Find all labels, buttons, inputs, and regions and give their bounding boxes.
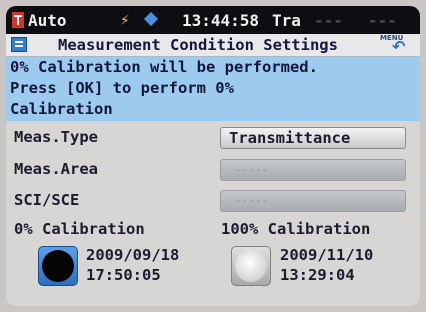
- settings-document-icon: [11, 37, 27, 52]
- zero-calibration-icon[interactable]: [38, 246, 78, 286]
- instruction-message: 0% Calibration will be performed. Press …: [6, 57, 420, 121]
- message-line: Calibration: [10, 100, 113, 118]
- status-placeholder-1: ---: [314, 11, 343, 30]
- hundred-calibration-icon[interactable]: [231, 246, 271, 286]
- status-placeholder-2: ---: [368, 11, 397, 30]
- instrument-logo-icon: [12, 12, 24, 28]
- zero-calibration-heading: 0% Calibration: [14, 220, 145, 238]
- meas-type-select[interactable]: Transmittance: [220, 127, 406, 149]
- meas-area-label: Meas.Area: [14, 160, 98, 178]
- device-screen: Auto ⚡ 13:44:58 Tra --- --- Measurement …: [6, 6, 420, 306]
- message-line: Press [OK] to perform 0%: [10, 79, 234, 97]
- message-line: 0% Calibration will be performed.: [10, 58, 318, 76]
- hundred-calibration-time: 13:29:04: [280, 266, 355, 284]
- back-arrow-icon[interactable]: ↶: [392, 39, 414, 55]
- meas-type-label: Meas.Type: [14, 128, 98, 146]
- measurement-mode: Auto: [28, 11, 67, 30]
- title-bar: Measurement Condition Settings MENU ↶: [6, 34, 420, 57]
- connection-icon: [143, 11, 159, 27]
- zero-calibration-time: 17:50:05: [86, 266, 161, 284]
- sci-sce-label: SCI/SCE: [14, 191, 80, 209]
- meas-area-select: -----: [220, 159, 406, 181]
- status-bar: Auto ⚡ 13:44:58 Tra --- ---: [6, 6, 420, 34]
- page-title: Measurement Condition Settings: [58, 36, 338, 54]
- bolt-icon: ⚡: [120, 10, 130, 29]
- sci-sce-select: -----: [220, 190, 406, 212]
- black-disc-icon: [42, 250, 74, 282]
- hundred-calibration-date: 2009/11/10: [280, 246, 374, 264]
- white-disc-icon: [235, 250, 267, 282]
- hundred-calibration-heading: 100% Calibration: [221, 220, 371, 238]
- zero-calibration-date: 2009/09/18: [86, 246, 180, 264]
- status-type: Tra: [272, 11, 301, 30]
- clock-time: 13:44:58: [182, 11, 260, 30]
